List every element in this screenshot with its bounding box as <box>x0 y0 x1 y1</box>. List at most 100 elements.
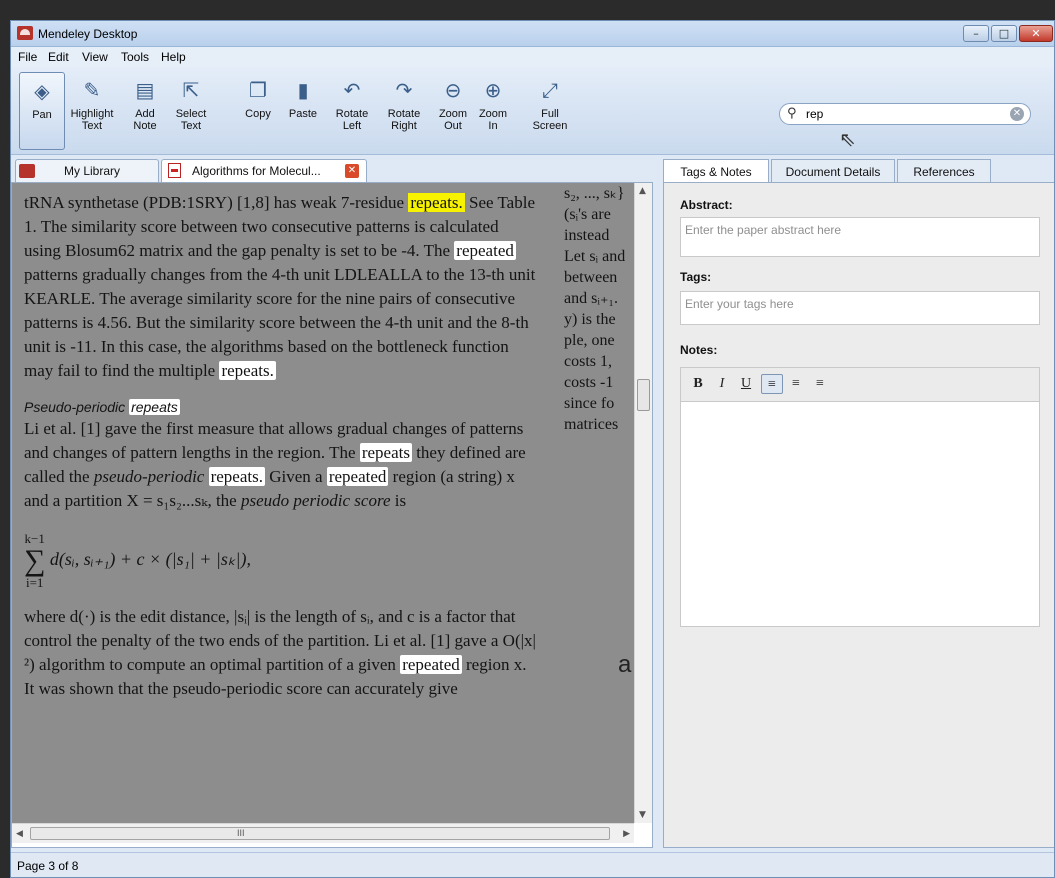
menu-help[interactable]: Help <box>161 50 186 64</box>
align-right-icon[interactable]: ≡ <box>809 374 831 394</box>
pdf-text-column-left: tRNA synthetase (PDB:1SRY) [1,8] has wea… <box>24 191 539 701</box>
notes-editor[interactable] <box>680 401 1040 627</box>
bold-button[interactable]: B <box>687 374 709 394</box>
pan-label: Pan <box>32 109 52 121</box>
abstract-field[interactable]: Enter the paper abstract here <box>680 217 1040 257</box>
rotate-left-icon: ↶ <box>343 78 361 102</box>
pdf-page: tRNA synthetase (PDB:1SRY) [1,8] has wea… <box>12 183 634 823</box>
menu-file[interactable]: File <box>18 50 37 64</box>
scroll-down-icon[interactable]: ▼ <box>639 809 646 821</box>
menu-view[interactable]: View <box>82 50 108 64</box>
align-center-icon[interactable]: ≡ <box>785 374 807 394</box>
paragraph-2: Li et al. [1] gave the first measure tha… <box>24 419 526 510</box>
details-panel: Tags & Notes Document Details References… <box>663 157 1054 848</box>
page-indicator: Page 3 of 8 <box>17 859 79 873</box>
rotate-right-label: Rotate <box>387 108 421 120</box>
close-window-button[interactable]: ✕ <box>1019 25 1053 42</box>
tags-notes-content: Abstract: Enter the paper abstract here … <box>663 182 1054 848</box>
copy-label: Copy <box>245 108 271 120</box>
full-screen-icon: ⤢ <box>542 78 558 102</box>
window-title: Mendeley Desktop <box>38 27 138 41</box>
tags-label: Tags: <box>680 270 712 284</box>
mouse-pointer-icon: ⇖ <box>839 127 856 151</box>
section-heading: Pseudo-periodic repeats <box>24 399 180 415</box>
notes-format-toolbar: B I U ≡ ≡ ≡ <box>680 367 1040 401</box>
search-match: repeated <box>454 241 516 260</box>
vertical-scrollbar[interactable]: ▲ ▼ <box>634 183 652 823</box>
clear-search-icon[interactable]: ✕ <box>1010 107 1024 121</box>
zoom-out-button[interactable]: ⊖ Zoom Out <box>435 72 471 150</box>
tab-tags-notes[interactable]: Tags & Notes <box>663 159 769 183</box>
cursor-select-icon: ⇱ <box>182 78 200 102</box>
menu-bar: File Edit View Tools Help <box>11 47 1054 67</box>
highlight-text-button[interactable]: ✎ Highlight Text <box>67 72 117 150</box>
search-match: repeated <box>400 655 462 674</box>
scroll-right-icon[interactable]: ▶ <box>623 828 630 840</box>
panel-splitter[interactable] <box>653 157 663 848</box>
copy-icon: ❐ <box>249 78 267 102</box>
rotate-left-label: Rotate <box>335 108 369 120</box>
formula: k−1 ∑ i=1 d(sᵢ, sᵢ₊₁) + c × (|s₁| + |sₖ|), <box>24 531 251 590</box>
close-tab-icon[interactable]: ✕ <box>345 164 359 178</box>
tab-references[interactable]: References <box>897 159 991 182</box>
add-note-button[interactable]: ▤ Add Note <box>127 72 163 150</box>
highlight-label: Highlight <box>70 108 114 120</box>
scroll-grip-icon: III <box>237 828 245 838</box>
highlighter-icon: ✎ <box>83 78 101 102</box>
search-match: repeats <box>129 399 180 415</box>
pan-button[interactable]: ◈ Pan <box>19 72 65 150</box>
search-icon: ⚲ <box>787 106 797 121</box>
rotate-left-button[interactable]: ↶ Rotate Left <box>329 72 375 150</box>
align-left-icon[interactable]: ≡ <box>761 374 783 394</box>
tab-document-label: Algorithms for Molecul... <box>192 164 321 178</box>
pdf-icon <box>168 163 181 178</box>
zoom-in-icon: ⊕ <box>484 78 502 102</box>
paragraph-1: tRNA synthetase (PDB:1SRY) [1,8] has wea… <box>24 193 536 380</box>
search-match: repeats. <box>219 361 276 380</box>
scroll-left-icon[interactable]: ◀ <box>16 828 23 840</box>
minimize-button[interactable]: – <box>963 25 989 42</box>
tab-document-details[interactable]: Document Details <box>771 159 895 182</box>
zoom-out-icon: ⊖ <box>444 78 462 102</box>
vertical-scroll-thumb[interactable] <box>637 379 650 411</box>
pdf-viewer[interactable]: tRNA synthetase (PDB:1SRY) [1,8] has wea… <box>11 182 653 848</box>
notes-label: Notes: <box>680 343 718 357</box>
maximize-button[interactable]: □ <box>991 25 1017 42</box>
italic-button[interactable]: I <box>711 374 733 394</box>
select-text-button[interactable]: ⇱ Select Text <box>167 72 215 150</box>
paste-label: Paste <box>288 108 318 120</box>
toolbar: ◈ Pan ✎ Highlight Text ▤ Add Note ⇱ Sele… <box>11 67 1054 155</box>
underline-button[interactable]: U <box>735 374 757 394</box>
search-match: repeated <box>326 467 389 486</box>
title-bar: Mendeley Desktop – □ ✕ <box>11 21 1054 47</box>
horizontal-scrollbar[interactable]: ◀ III ▶ <box>12 823 634 843</box>
tab-document[interactable]: Algorithms for Molecul... ✕ <box>161 159 367 182</box>
search-box: ⚲ ✕ <box>779 103 1031 125</box>
zoom-in-label: Zoom <box>478 108 508 120</box>
tab-my-library[interactable]: My Library <box>15 159 159 182</box>
search-match: repeats. <box>208 467 265 486</box>
menu-edit[interactable]: Edit <box>48 50 69 64</box>
tab-my-library-label: My Library <box>64 164 121 178</box>
paragraph-3: where d(·) is the edit distance, |sᵢ| is… <box>24 607 536 698</box>
status-bar: Page 3 of 8 <box>11 852 1054 877</box>
add-note-label: Add <box>135 108 155 120</box>
horizontal-scroll-thumb[interactable]: III <box>30 827 610 840</box>
full-screen-label: Full <box>541 108 559 120</box>
tags-field[interactable]: Enter your tags here <box>680 291 1040 325</box>
copy-button[interactable]: ❐ Copy <box>239 72 277 150</box>
abstract-label: Abstract: <box>680 198 733 212</box>
paste-button[interactable]: ▮ Paste <box>283 72 323 150</box>
note-icon: ▤ <box>135 78 155 102</box>
scroll-up-icon[interactable]: ▲ <box>639 185 646 197</box>
full-screen-button[interactable]: ⤢ Full Screen <box>527 72 573 150</box>
app-window: Mendeley Desktop – □ ✕ File Edit View To… <box>10 20 1055 878</box>
rotate-right-button[interactable]: ↷ Rotate Right <box>381 72 427 150</box>
search-input[interactable] <box>806 106 996 122</box>
tags-placeholder: Enter your tags here <box>685 297 794 311</box>
document-tab-bar: My Library Algorithms for Molecul... ✕ <box>11 157 653 182</box>
search-match: repeats <box>359 443 412 462</box>
zoom-in-button[interactable]: ⊕ Zoom In <box>475 72 511 150</box>
page-edge-text: a <box>618 651 632 678</box>
menu-tools[interactable]: Tools <box>121 50 149 64</box>
